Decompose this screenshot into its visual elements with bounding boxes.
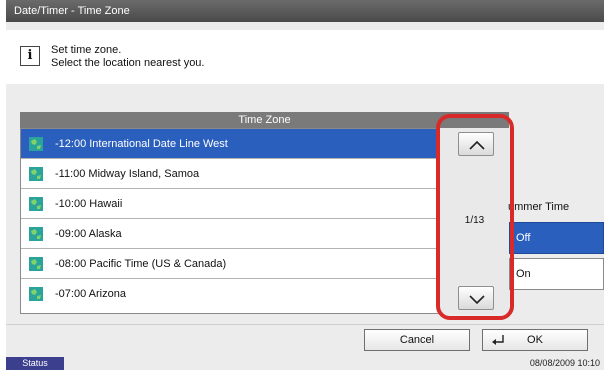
summer-time-off-button[interactable]: Off [509, 222, 604, 254]
globe-icon [29, 257, 43, 271]
timezone-label: -10:00 Hawaii [55, 198, 123, 210]
bottom-action-bar: Cancel OK [6, 324, 604, 354]
timezone-label: -11:00 Midway Island, Samoa [55, 168, 200, 180]
timezone-label: -12:00 International Date Line West [55, 138, 228, 150]
enter-icon [492, 335, 504, 345]
chevron-down-icon [469, 295, 485, 305]
datetime-display: 08/08/2009 10:10 [529, 358, 600, 368]
summer-time-on-button[interactable]: On [509, 258, 604, 290]
screen: Date/Timer - Time Zone i Set time zone. … [6, 0, 604, 354]
cancel-button[interactable]: Cancel [364, 329, 470, 351]
message-box: i Set time zone. Select the location nea… [6, 30, 604, 84]
timezone-row[interactable]: -07:00 Arizona [21, 279, 439, 309]
summer-time-label: ummer Time [508, 201, 570, 213]
globe-icon [29, 167, 43, 181]
page-indicator: 1/13 [464, 215, 485, 226]
globe-icon [29, 197, 43, 211]
message-line-2: Select the location nearest you. [51, 57, 205, 69]
globe-icon [29, 137, 43, 151]
status-bar: Status 08/08/2009 10:10 [6, 354, 604, 370]
ok-button[interactable]: OK [482, 329, 588, 351]
timezone-row[interactable]: -08:00 Pacific Time (US & Canada) [21, 249, 439, 279]
timezone-row[interactable]: -12:00 International Date Line West [21, 129, 439, 159]
timezone-row[interactable]: -11:00 Midway Island, Samoa [21, 159, 439, 189]
status-button[interactable]: Status [6, 357, 64, 370]
message-line-1: Set time zone. [51, 44, 122, 56]
timezone-label: -08:00 Pacific Time (US & Canada) [55, 258, 227, 270]
timezone-label: -09:00 Alaska [55, 228, 122, 240]
globe-icon [29, 227, 43, 241]
info-icon: i [20, 46, 40, 66]
chevron-up-icon [469, 140, 485, 150]
timezone-row[interactable]: -09:00 Alaska [21, 219, 439, 249]
message-text: Set time zone. Select the location neare… [51, 44, 204, 70]
scroll-up-button[interactable] [458, 132, 494, 156]
scroll-column: 1/13 [440, 128, 509, 314]
window-title: Date/Timer - Time Zone [6, 0, 604, 22]
timezone-label: -07:00 Arizona [55, 288, 126, 300]
timezone-row[interactable]: -10:00 Hawaii [21, 189, 439, 219]
ok-button-label: OK [527, 334, 543, 346]
globe-icon [29, 287, 43, 301]
timezone-list-header: Time Zone [20, 112, 509, 128]
scroll-down-button[interactable] [458, 286, 494, 310]
timezone-list: -12:00 International Date Line West -11:… [20, 128, 440, 314]
